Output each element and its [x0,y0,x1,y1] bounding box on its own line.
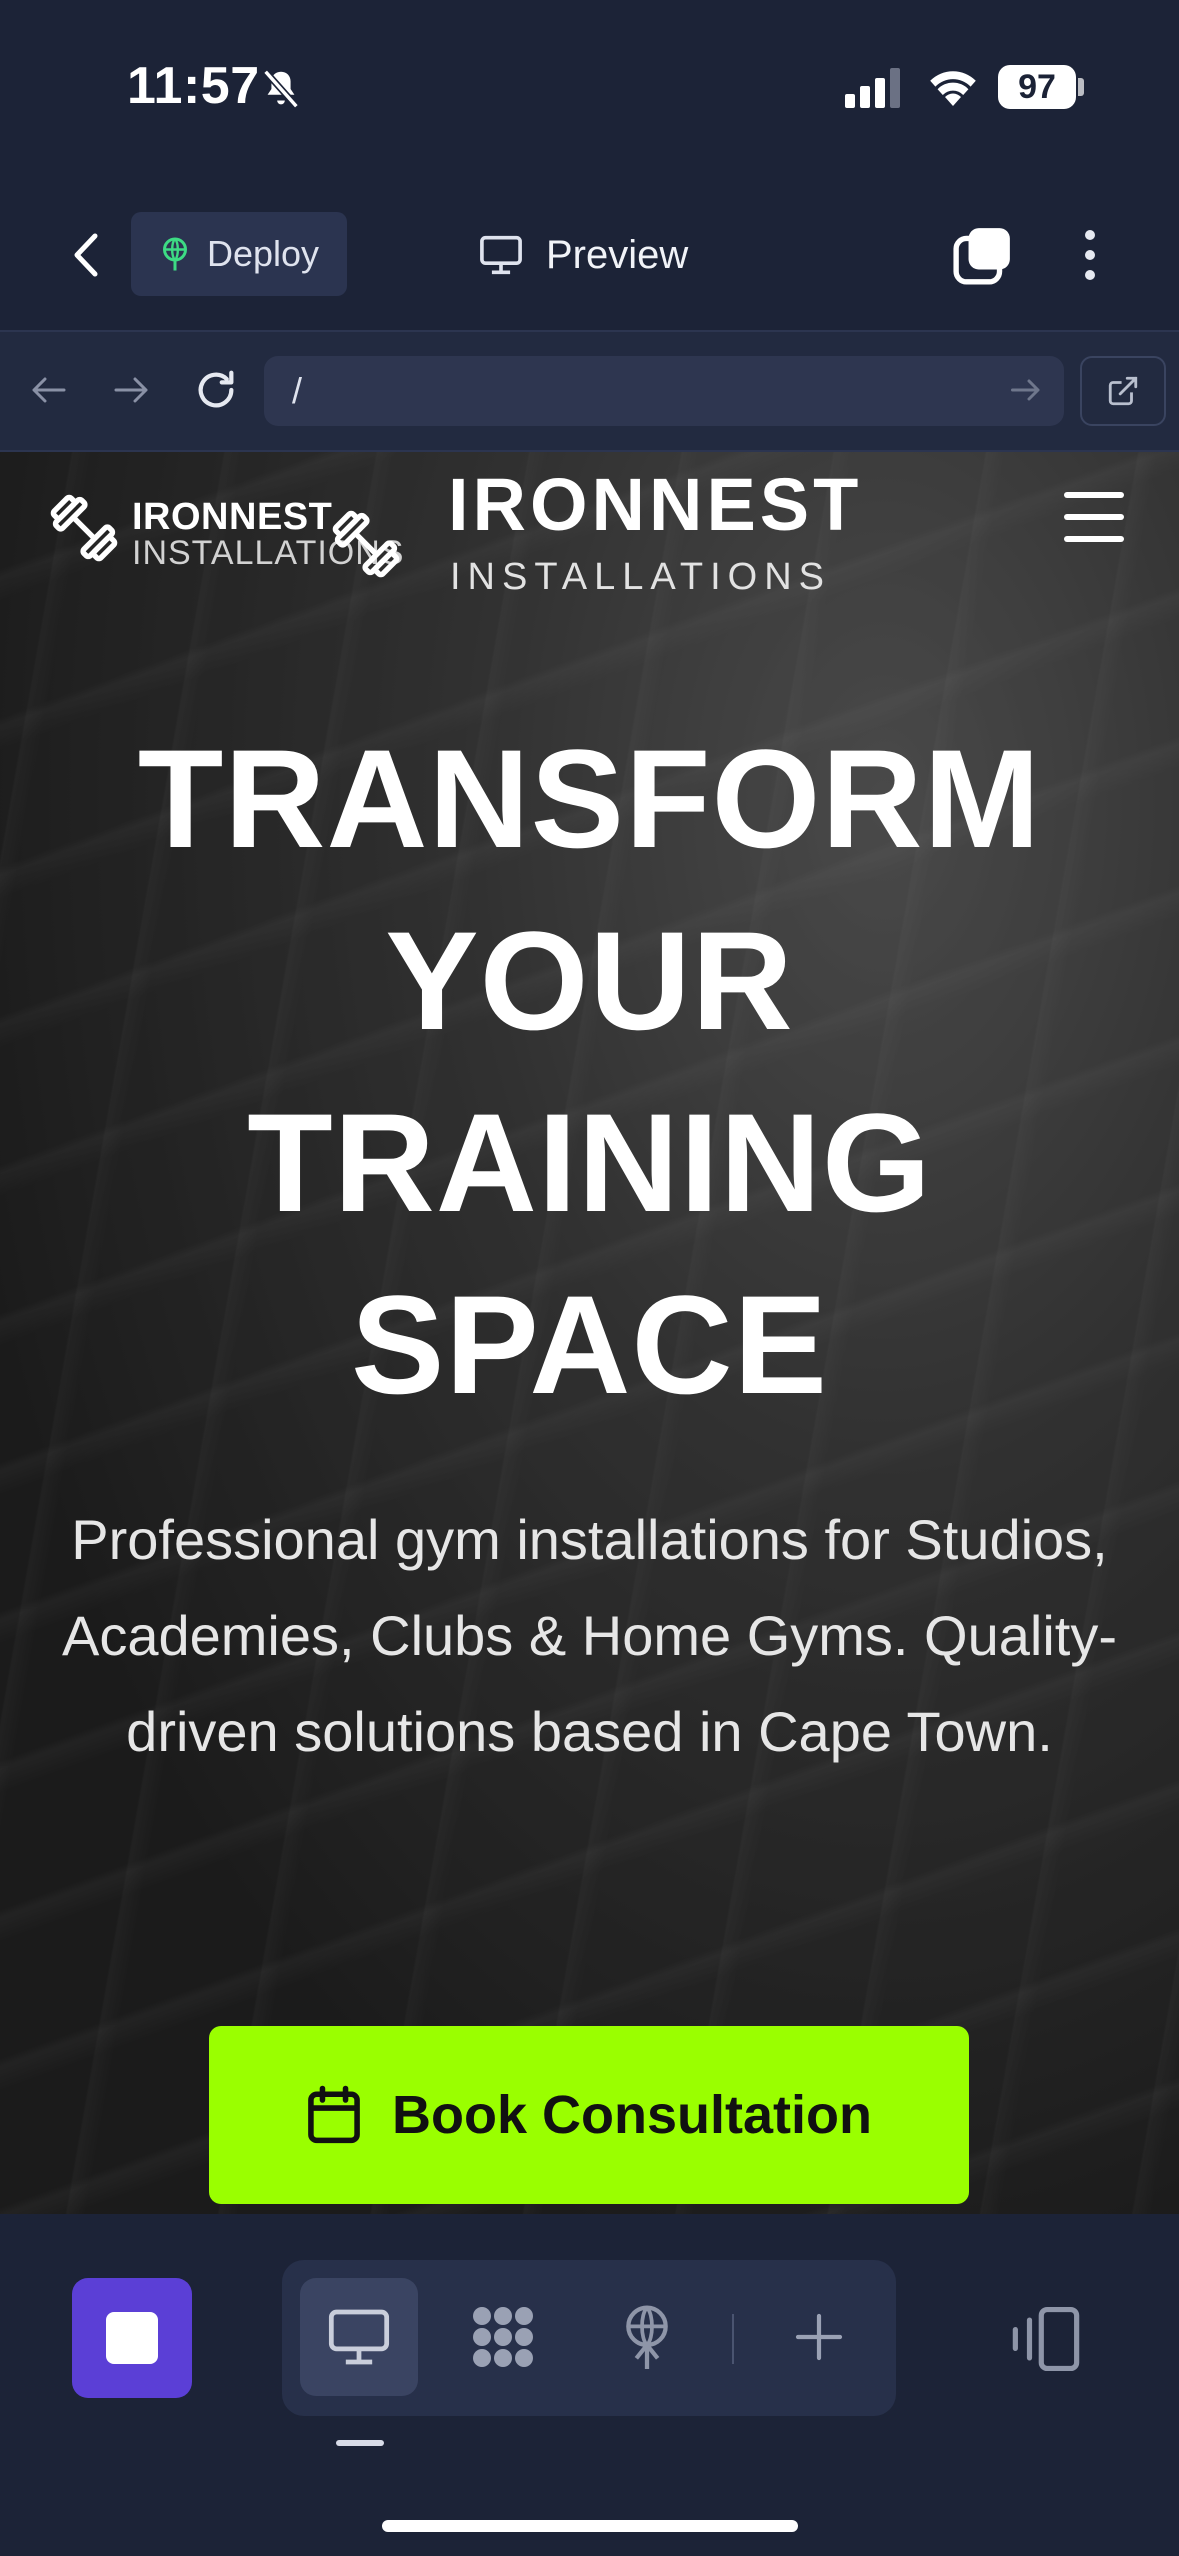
hero-line: YOUR [385,902,794,1059]
tool-switcher [282,2260,896,2416]
cta-label: Book Consultation [392,2085,872,2145]
brand-subtitle: INSTALLATIONS [450,556,831,598]
more-dot [1085,270,1095,280]
desktop-icon [328,2309,390,2365]
browser-forward-button[interactable] [104,362,160,418]
reload-icon [198,370,234,408]
bell-muted-icon [263,69,299,109]
deploy-icon [163,237,187,271]
hero-line: TRANSFORM [137,720,1042,877]
hero-line: SPACE [351,1266,828,1423]
home-indicator [382,2520,798,2532]
hamburger-menu-button[interactable] [1064,492,1124,542]
monitor-icon [480,235,522,275]
hero-paragraph: Professional gym installations for Studi… [62,1508,1117,1763]
apps-icon [473,2307,533,2367]
bottom-dock [0,2214,1179,2556]
menu-line [1064,514,1124,520]
plus-icon [795,2313,843,2361]
more-dot [1085,250,1095,260]
browser-bar: / [0,332,1179,452]
tool-divider [732,2314,734,2364]
open-external-button[interactable] [1080,356,1166,426]
desktop-view-button[interactable] [300,2278,418,2396]
wifi-icon [930,71,976,106]
logo-line-1: IRONNEST [132,496,333,538]
go-arrow-icon[interactable] [1008,372,1044,408]
status-time: 11:57 [127,57,260,115]
site-preview: IRONNEST INSTALLATIONS IRONNEST INSTALLA… [0,452,1179,2214]
site-logo[interactable]: IRONNEST INSTALLATIONS [48,472,408,582]
calendar-icon [308,2085,360,2144]
back-button[interactable] [58,220,114,290]
arrow-left-icon [32,377,66,403]
battery-indicator: 97 [998,65,1076,109]
browser-back-button[interactable] [20,362,76,418]
external-link-icon [1108,376,1138,406]
deploy-label: Deploy [207,233,320,274]
hero-title: TRANSFORM YOUR TRAINING SPACE [0,708,1179,1436]
hero-line: TRAINING [247,1084,932,1241]
more-dot [1085,230,1095,240]
url-text: / [292,370,303,411]
apps-button[interactable] [444,2278,562,2396]
add-button[interactable] [760,2278,878,2396]
preview-tab[interactable]: Preview [478,220,688,290]
deploy-icon [626,2305,668,2369]
more-options-button[interactable] [1070,220,1110,290]
brand-title: IRONNEST [448,463,863,546]
deploy-button[interactable]: Deploy [131,212,347,296]
url-input[interactable]: / [264,356,1064,426]
app-toolbar: Deploy Preview [0,180,1179,332]
stop-button[interactable] [72,2278,192,2398]
deploy-tool-button[interactable] [588,2278,706,2396]
cellular-signal-icon [845,68,900,108]
stop-icon [106,2312,158,2364]
active-tab-indicator [336,2440,384,2446]
tabs-icon[interactable] [952,224,1014,286]
battery-nub [1078,78,1084,96]
chevron-left-icon [74,233,98,277]
preview-label: Preview [546,232,689,277]
dumbbell-icon [50,494,118,562]
menu-line [1064,536,1124,542]
menu-line [1064,492,1124,498]
dumbbell-icon [332,510,400,578]
device-toggle-icon[interactable] [1010,2306,1082,2372]
reload-button[interactable] [188,362,244,418]
status-bar: 11:57 97 [0,0,1179,180]
arrow-right-icon [114,377,148,403]
book-consultation-button[interactable]: Book Consultation [209,2026,969,2204]
